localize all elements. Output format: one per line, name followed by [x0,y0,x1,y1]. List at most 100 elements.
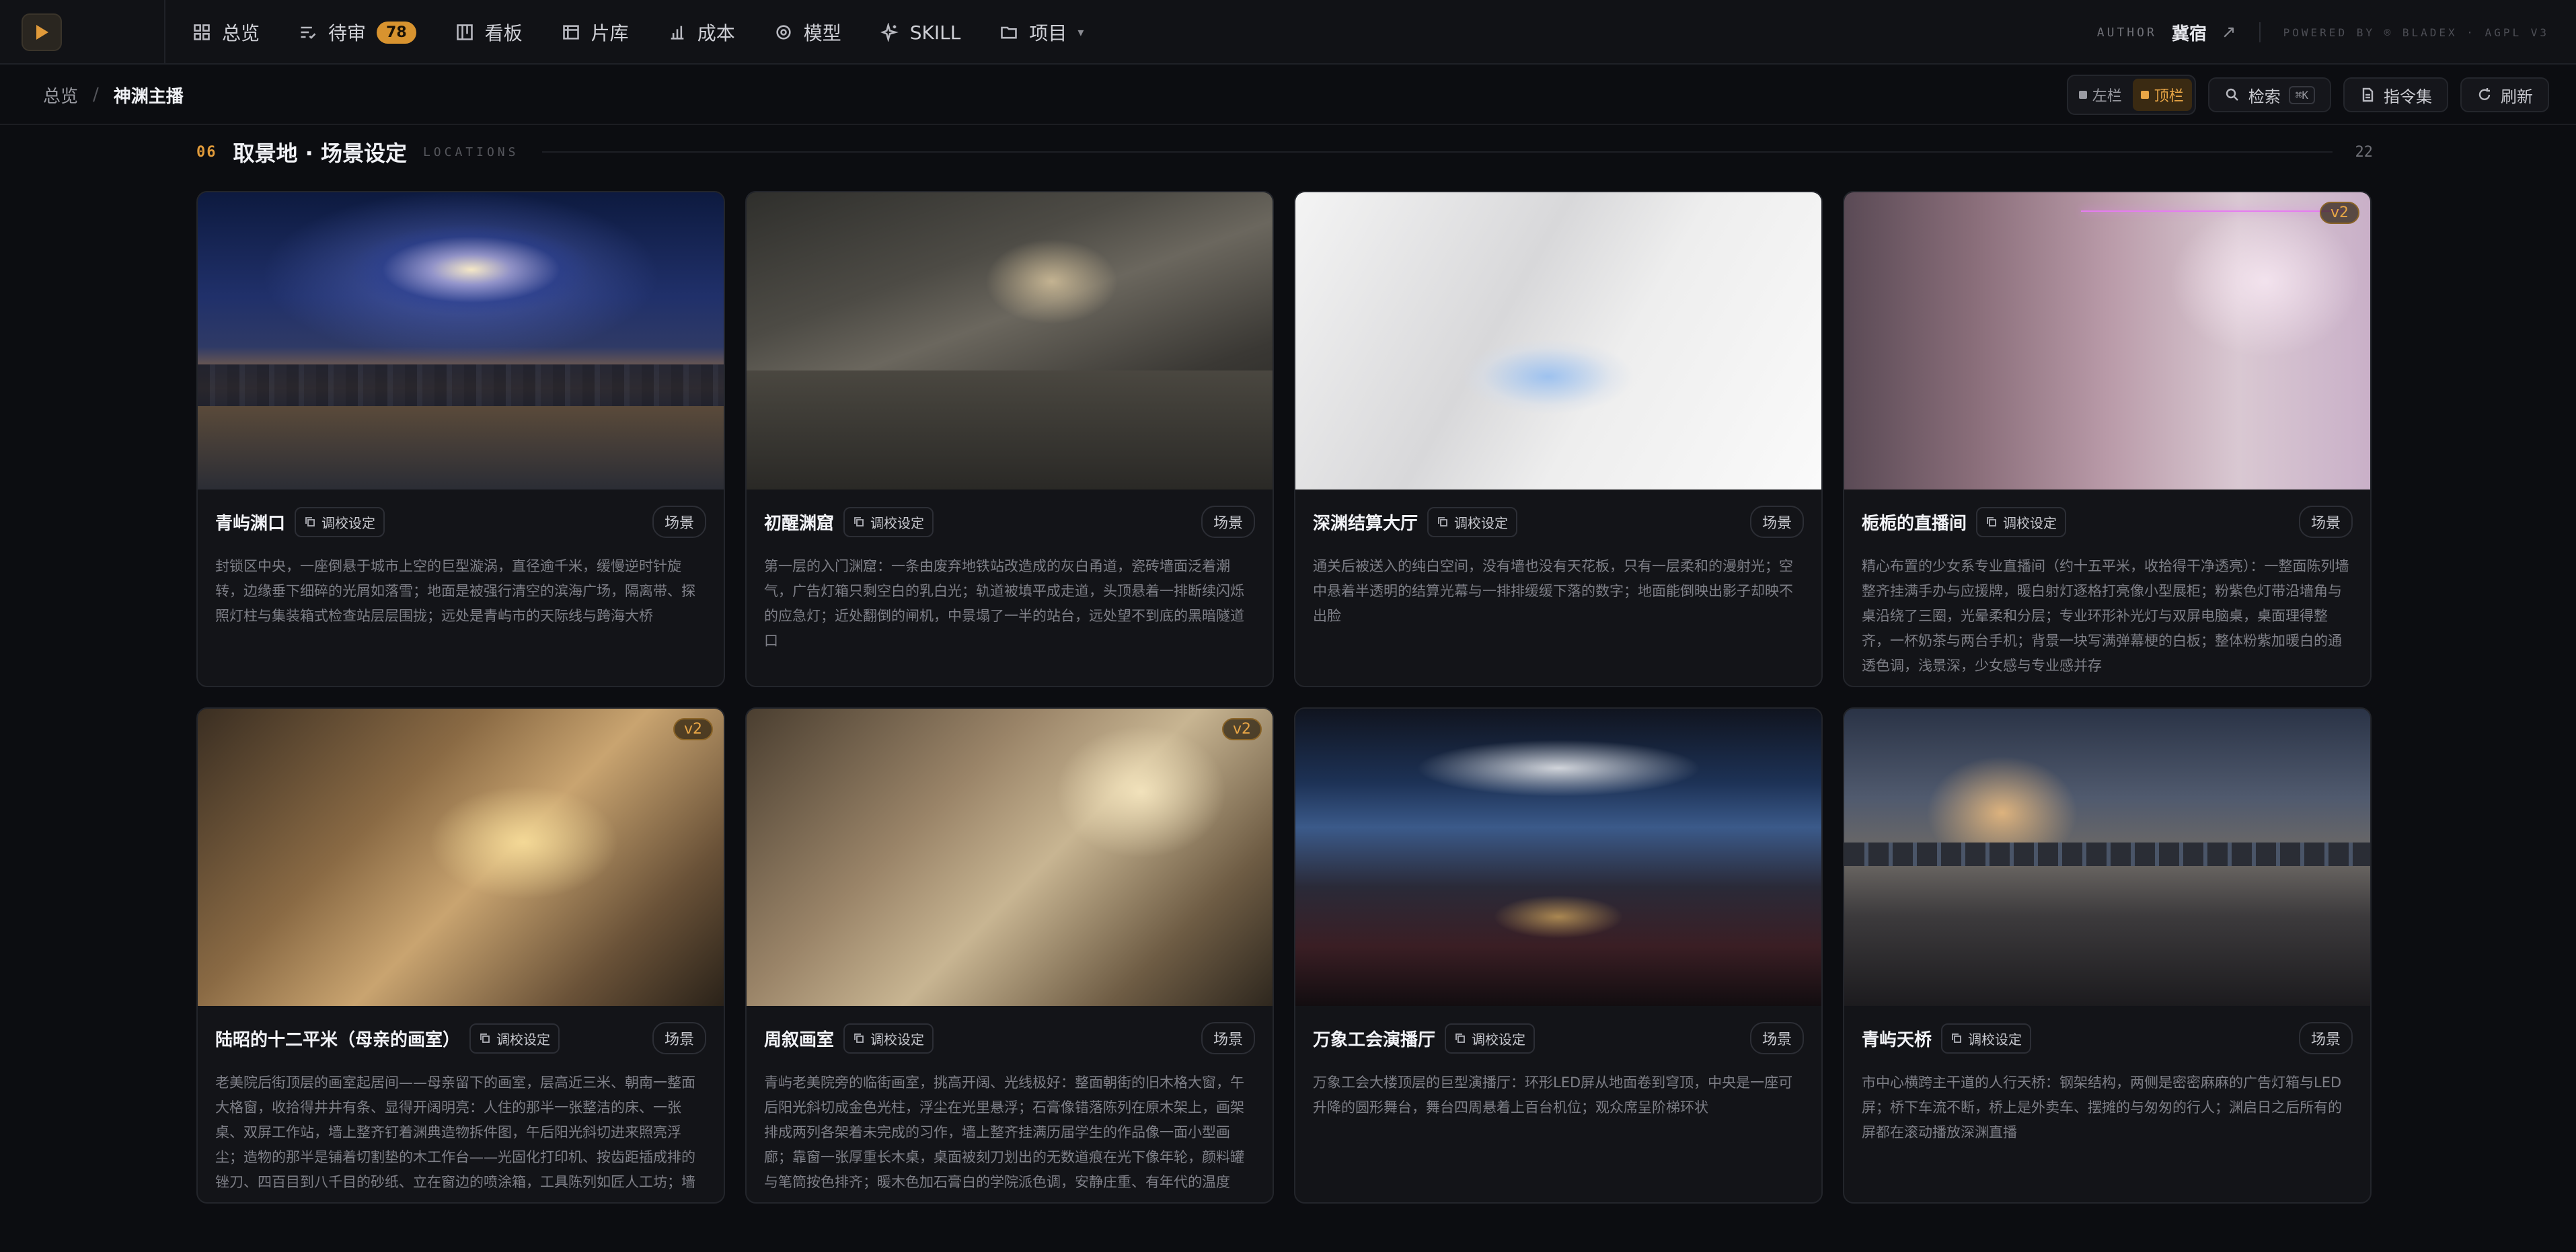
nav-item-overview[interactable]: 总览 [192,19,260,46]
search-button[interactable]: 检索 ⌘K [2207,77,2331,112]
toolbar: 左栏 顶栏 检索 ⌘K 指令集 刷新 [2066,65,2549,125]
section-title: 取景地 · 场景设定 [233,141,407,166]
cube-icon [776,25,791,40]
refresh-button[interactable]: 刷新 [2460,77,2549,112]
breadcrumb-root[interactable]: 总览 [43,83,78,108]
location-thumbnail[interactable] [1295,192,1821,490]
breadcrumb-current: 神渊主播 [113,86,184,107]
nav-item-cost[interactable]: 成本 [668,19,735,46]
nav-item-kanban[interactable]: 看板 [455,19,523,46]
nav-divider [164,0,165,65]
tune-settings-button[interactable]: 调校设定 [843,506,934,537]
top-nav: 总览 待审 78 看板 片库 成本 模型 SKILL 项目 ▾ AUTHOR 冀… [0,0,2576,65]
layout-toggle: 左栏 顶栏 [2066,75,2196,115]
tune-settings-button[interactable]: 调校设定 [843,1023,934,1054]
location-card[interactable]: 深渊结算大厅 调校设定 场景 通关后被送入的纯白空间，没有墙也没有天花板，只有一… [1294,191,1823,687]
tune-settings-button[interactable]: 调校设定 [1941,1023,2032,1054]
location-thumbnail[interactable]: v2 [198,709,724,1006]
location-card-grid: 青屿渊口 调校设定 场景 封锁区中央，一座倒悬于城市上空的巨型漩涡，直径逾千米，… [196,191,2373,1204]
nav-item-label: 片库 [591,22,629,44]
sparkle-icon [880,23,899,42]
commands-label: 指令集 [2384,87,2432,106]
version-badge: v2 [673,718,713,740]
tune-settings-button[interactable]: 调校设定 [295,506,385,537]
card-description: 万象工会大楼顶层的巨型演播厅：环形LED屏从地面卷到穹顶，中央是一座可升降的圆形… [1313,1074,1793,1116]
scene-tag: 场景 [1201,506,1255,538]
layout-top-toggle[interactable]: 顶栏 [2132,79,2192,111]
nav-right: AUTHOR 冀宿 ↗ POWERED BY ® BLADEX · AGPL V… [2097,0,2549,65]
location-card[interactable]: 万象工会演播厅 调校设定 场景 万象工会大楼顶层的巨型演播厅：环形LED屏从地面… [1294,707,1823,1204]
skyline [198,364,724,407]
tune-settings-button[interactable]: 调校设定 [469,1023,560,1054]
location-thumbnail[interactable]: v2 [1844,192,2370,490]
tune-settings-label: 调校设定 [1472,1031,1526,1048]
card-header: 深渊结算大厅 调校设定 场景 [1295,490,1821,554]
location-thumbnail[interactable] [747,192,1273,490]
nav-item-library[interactable]: 片库 [562,19,629,46]
card-description: 第一层的入门渊窟：一条由废弃地铁站改造成的灰白甬道，瓷砖墙面泛着潮气，广告灯箱只… [764,558,1244,649]
tune-settings-label: 调校设定 [1454,514,1509,531]
nav-item-label: 项目 [1029,22,1067,44]
tune-settings-button[interactable]: 调校设定 [1427,506,1518,537]
copy-icon [854,517,864,526]
scene-tag: 场景 [652,1022,706,1054]
location-card[interactable]: 青屿天桥 调校设定 场景 市中心横跨主干道的人行天桥：钢架结构，两侧是密密麻麻的… [1843,707,2372,1204]
bar-chart-icon [671,26,684,40]
section-header: 06 取景地 · 场景设定 LOCATIONS 22 [196,125,2373,179]
location-thumbnail[interactable] [1295,709,1821,1006]
play-logo-button[interactable] [22,13,62,51]
card-description: 通关后被送入的纯白空间，没有墙也没有天花板，只有一层柔和的漫射光；空中悬着半透明… [1313,558,1793,624]
location-card[interactable]: 初醒渊窟 调校设定 场景 第一层的入门渊窟：一条由废弃地铁站改造成的灰白甬道，瓷… [745,191,1274,687]
neon-strip [2080,210,2344,212]
card-title: 深渊结算大厅 [1313,513,1418,534]
play-icon [36,25,48,40]
tune-settings-label: 调校设定 [2003,514,2057,531]
location-thumbnail[interactable] [1844,709,2370,1006]
nav-item-label: SKILL [909,21,961,44]
copy-icon [305,517,315,526]
layout-left-label: 左栏 [2092,88,2122,105]
card-header: 万象工会演播厅 调校设定 场景 [1295,1006,1821,1070]
nav-item-label: 总览 [222,22,260,44]
external-link-icon[interactable]: ↗ [2222,22,2236,42]
section-count: 22 [2355,143,2374,161]
folder-icon [1001,26,1018,39]
chevron-down-icon: ▾ [1077,25,1084,40]
layout-top-label: 顶栏 [2154,88,2184,105]
nav-item-label: 成本 [697,22,735,44]
author-name[interactable]: 冀宿 [2172,20,2207,45]
location-card[interactable]: 青屿渊口 调校设定 场景 封锁区中央，一座倒悬于城市上空的巨型漩涡，直径逾千米，… [196,191,725,687]
nav-items: 总览 待审 78 看板 片库 成本 模型 SKILL 项目 ▾ [192,0,1084,65]
nav-item-review[interactable]: 待审 78 [299,19,416,46]
commands-button[interactable]: 指令集 [2343,77,2448,112]
card-description: 封锁区中央，一座倒悬于城市上空的巨型漩涡，直径逾千米，缓慢逆时针旋转，边缘垂下细… [215,558,695,624]
card-header: 陆昭的十二平米（母亲的画室） 调校设定 场景 [198,1006,724,1070]
divider [2259,22,2261,42]
copy-icon [1987,517,1996,526]
location-thumbnail[interactable] [198,192,724,490]
card-description: 市中心横跨主干道的人行天桥：钢架结构，两侧是密密麻麻的广告灯箱与LED屏；桥下车… [1862,1074,2342,1140]
tune-settings-label: 调校设定 [870,514,925,531]
location-card[interactable]: v2 陆昭的十二平米（母亲的画室） 调校设定 场景 老美院后街顶层的画室起居间—… [196,707,725,1204]
section-subtitle: LOCATIONS [422,145,519,159]
list-check-icon [301,26,316,39]
nav-item-models[interactable]: 模型 [774,19,841,46]
card-title: 青屿渊口 [215,513,286,534]
layout-left-toggle[interactable]: 左栏 [2071,79,2130,111]
nav-item-skill[interactable]: SKILL [880,21,961,44]
location-card[interactable]: v2 栀栀的直播间 调校设定 场景 精心布置的少女系专业直播间（约十五平米，收拾… [1843,191,2372,687]
scene-tag: 场景 [1749,1022,1804,1054]
scene-tag: 场景 [2298,506,2353,538]
tune-settings-button[interactable]: 调校设定 [1976,506,2067,537]
location-card[interactable]: v2 周叙画室 调校设定 场景 青屿老美院旁的临街画室，挑高开阔、光线极好：整面… [745,707,1274,1204]
nav-item-projects[interactable]: 项目 ▾ [999,19,1084,46]
version-badge: v2 [2319,202,2359,224]
scene-tag: 场景 [1749,506,1804,538]
search-label: 检索 [2248,87,2281,106]
tune-settings-label: 调校设定 [1968,1031,2022,1048]
document-icon [2362,87,2374,102]
tune-settings-button[interactable]: 调校设定 [1445,1023,1536,1054]
location-thumbnail[interactable]: v2 [747,709,1273,1006]
search-shortcut: ⌘K [2288,85,2315,104]
nav-item-label: 待审 [328,22,367,44]
